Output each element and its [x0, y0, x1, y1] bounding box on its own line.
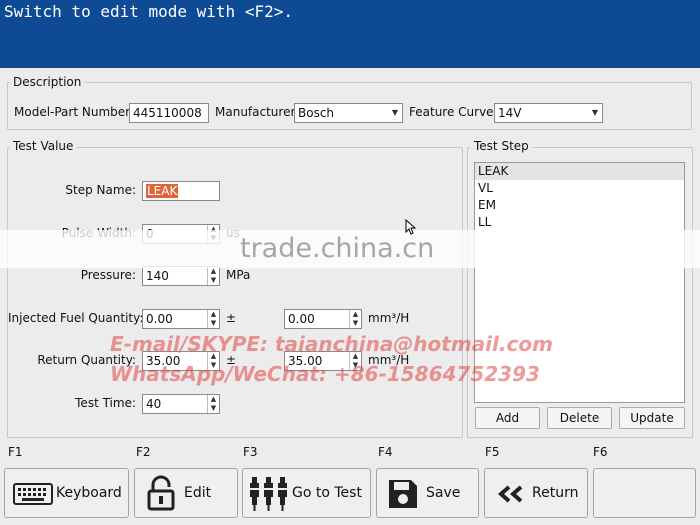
chevron-down-icon: ▼	[391, 108, 399, 117]
injected-tolerance-spinner[interactable]: ▲ ▼	[349, 310, 361, 328]
pressure-spinner[interactable]: ▲ ▼	[207, 267, 219, 285]
spin-up-icon[interactable]: ▲	[208, 352, 219, 361]
step-name-label: Step Name:	[65, 183, 136, 197]
pressure-unit: MPa	[226, 268, 251, 282]
keyboard-icon	[13, 483, 53, 505]
edit-button[interactable]: Edit	[134, 468, 238, 518]
feature-curve-select[interactable]: 14V ▼	[494, 103, 603, 123]
return-quantity-unit: mm³/H	[368, 353, 410, 367]
model-part-value: 445110008	[133, 106, 202, 120]
fkey-label-f5: F5	[485, 445, 500, 459]
fkey-label-f6: F6	[593, 445, 608, 459]
list-item[interactable]: VL	[475, 180, 684, 197]
return-quantity-value: 35.00	[146, 354, 181, 368]
return-tolerance-spinner[interactable]: ▲ ▼	[349, 352, 361, 370]
pulse-width-unit: us	[226, 226, 240, 240]
manufacturer-select[interactable]: Bosch ▼	[294, 103, 403, 123]
description-title: Description	[10, 75, 85, 89]
mode-banner: Switch to edit mode with <F2>.	[0, 0, 700, 68]
return-quantity-tolerance-input[interactable]: 35.00 ▲ ▼	[284, 351, 362, 371]
spin-down-icon[interactable]: ▼	[350, 361, 361, 370]
return-quantity-tolerance-value: 35.00	[288, 354, 323, 368]
spin-up-icon[interactable]: ▲	[208, 310, 219, 319]
delete-step-button[interactable]: Delete	[547, 407, 612, 429]
list-item[interactable]: LEAK	[475, 163, 684, 180]
spin-up-icon[interactable]: ▲	[350, 310, 361, 319]
double-chevron-left-icon	[497, 485, 523, 503]
test-step-title: Test Step	[471, 139, 532, 153]
test-time-label: Test Time:	[75, 396, 136, 410]
banner-text: Switch to edit mode with <F2>.	[4, 2, 293, 21]
pulse-width-value: 0	[146, 227, 154, 241]
pulse-width-spinner[interactable]: ▲ ▼	[207, 225, 219, 243]
fkey-label-f3: F3	[243, 445, 258, 459]
step-name-input[interactable]: LEAK	[142, 181, 220, 201]
feature-curve-label: Feature Curve:	[409, 105, 498, 119]
spin-up-icon[interactable]: ▲	[208, 267, 219, 276]
test-time-input[interactable]: 40 ▲ ▼	[142, 394, 220, 414]
spin-up-icon[interactable]: ▲	[208, 225, 219, 234]
test-value-title: Test Value	[10, 139, 77, 153]
injector-icon	[250, 477, 287, 511]
go-to-test-button-label: Go to Test	[292, 485, 362, 501]
step-name-value: LEAK	[146, 184, 179, 198]
unlock-icon	[147, 475, 175, 511]
add-step-button[interactable]: Add	[475, 407, 540, 429]
injected-fuel-tolerance-value: 0.00	[288, 312, 315, 326]
spin-down-icon[interactable]: ▼	[208, 361, 219, 370]
update-step-button[interactable]: Update	[619, 407, 685, 429]
mouse-cursor-icon	[405, 219, 417, 235]
fkey-label-f4: F4	[378, 445, 393, 459]
spin-down-icon[interactable]: ▼	[208, 404, 219, 413]
injected-fuel-unit: mm³/H	[368, 311, 410, 325]
save-button-label: Save	[426, 485, 461, 501]
model-part-label: Model-Part Number:	[14, 105, 134, 119]
injected-fuel-label: Injected Fuel Quantity:	[8, 311, 144, 325]
list-item[interactable]: EM	[475, 197, 684, 214]
plus-minus-sign: ±	[226, 311, 237, 325]
go-to-test-button[interactable]: Go to Test	[242, 468, 371, 518]
test-time-value: 40	[146, 397, 162, 411]
manufacturer-value: Bosch	[298, 106, 335, 120]
feature-curve-value: 14V	[498, 106, 522, 120]
spin-up-icon[interactable]: ▲	[208, 395, 219, 404]
plus-minus-sign: ±	[226, 353, 237, 367]
spin-up-icon[interactable]: ▲	[350, 352, 361, 361]
keyboard-button[interactable]: Keyboard	[4, 468, 129, 518]
return-quantity-input[interactable]: 35.00 ▲ ▼	[142, 351, 220, 371]
spin-down-icon[interactable]: ▼	[350, 319, 361, 328]
return-button-label: Return	[532, 485, 579, 501]
test-time-spinner[interactable]: ▲ ▼	[207, 395, 219, 413]
injected-fuel-value: 0.00	[146, 312, 173, 326]
edit-button-label: Edit	[184, 485, 212, 501]
keyboard-button-label: Keyboard	[56, 485, 122, 501]
save-button[interactable]: Save	[376, 468, 479, 518]
pulse-width-label: Pulse Width:	[61, 226, 136, 240]
pressure-input[interactable]: 140 ▲ ▼	[142, 266, 220, 286]
spin-down-icon[interactable]: ▼	[208, 276, 219, 285]
spin-down-icon[interactable]: ▼	[208, 234, 219, 243]
f6-empty-button[interactable]	[593, 468, 696, 518]
fkey-label-f1: F1	[8, 445, 23, 459]
return-quantity-label: Return Quantity:	[37, 353, 136, 367]
model-part-input[interactable]: 445110008	[129, 103, 209, 123]
injected-fuel-spinner[interactable]: ▲ ▼	[207, 310, 219, 328]
pressure-label: Pressure:	[80, 268, 136, 282]
injected-fuel-tolerance-input[interactable]: 0.00 ▲ ▼	[284, 309, 362, 329]
list-item[interactable]: LL	[475, 214, 684, 231]
chevron-down-icon: ▼	[591, 108, 599, 117]
pressure-value: 140	[146, 269, 169, 283]
return-button[interactable]: Return	[484, 468, 588, 518]
save-icon	[389, 480, 417, 508]
manufacturer-label: Manufacturer:	[215, 105, 300, 119]
fkey-label-f2: F2	[136, 445, 151, 459]
pulse-width-input[interactable]: 0 ▲ ▼	[142, 224, 220, 244]
return-quantity-spinner[interactable]: ▲ ▼	[207, 352, 219, 370]
injected-fuel-input[interactable]: 0.00 ▲ ▼	[142, 309, 220, 329]
test-step-list[interactable]: LEAK VL EM LL	[474, 162, 685, 403]
spin-down-icon[interactable]: ▼	[208, 319, 219, 328]
